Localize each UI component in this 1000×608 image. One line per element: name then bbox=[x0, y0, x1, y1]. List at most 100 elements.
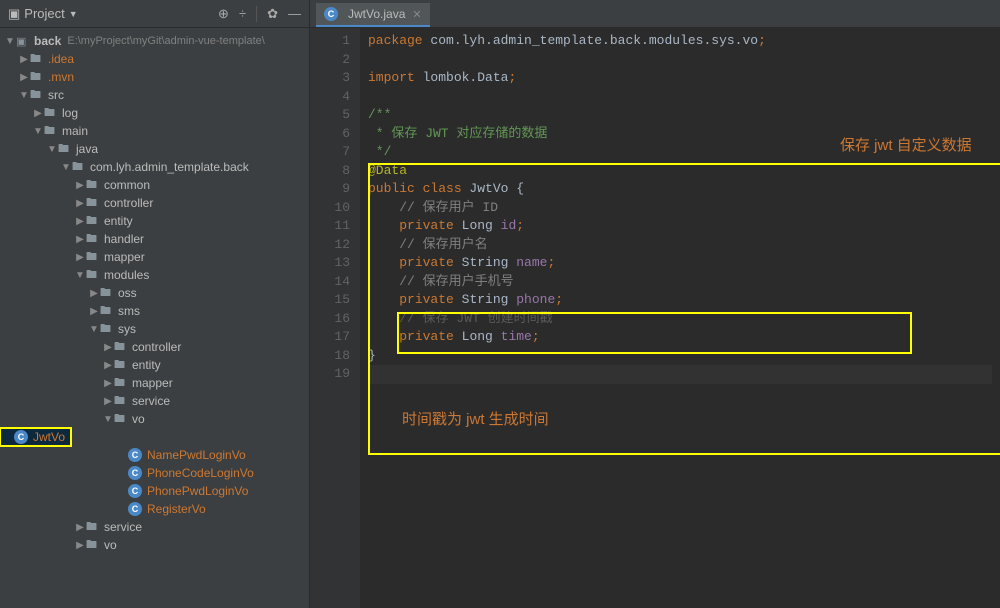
tree-row[interactable]: ▼🖿sys bbox=[0, 320, 309, 338]
tree-row[interactable]: ▶🖿vo bbox=[0, 536, 309, 554]
tree-row[interactable]: ▼🖿vo bbox=[0, 410, 309, 428]
tree-row[interactable]: ▶🖿controller bbox=[0, 194, 309, 212]
code-area[interactable]: 12345678910111213141516171819 package co… bbox=[310, 28, 1000, 608]
expand-arrow-icon[interactable]: ▶ bbox=[88, 306, 100, 317]
tree-row[interactable]: ▼🖿 main bbox=[0, 122, 309, 140]
collapse-arrow-icon[interactable]: ▼ bbox=[32, 126, 44, 137]
gear-icon[interactable]: ✿ bbox=[267, 6, 278, 22]
tree-label: PhoneCodeLoginVo bbox=[147, 466, 254, 480]
tree-label: sms bbox=[118, 304, 140, 318]
folder-icon: 🖿 bbox=[30, 50, 44, 69]
tree-root[interactable]: ▼ ▣ back E:\myProject\myGit\admin-vue-te… bbox=[0, 32, 309, 50]
code-line[interactable]: private String phone; bbox=[368, 291, 992, 310]
code-line[interactable] bbox=[368, 51, 992, 70]
folder-icon: 🖿 bbox=[100, 302, 114, 321]
tree-label: main bbox=[62, 124, 88, 138]
expand-arrow-icon[interactable]: ▶ bbox=[18, 54, 30, 65]
tree-row[interactable]: CRegisterVo bbox=[0, 500, 309, 518]
expand-arrow-icon[interactable]: ▶ bbox=[32, 108, 44, 119]
code-line[interactable]: // 保存用户名 bbox=[368, 236, 992, 255]
tree-row[interactable]: ▶🖿 sms bbox=[0, 302, 309, 320]
code-line[interactable] bbox=[368, 88, 992, 107]
tree-row[interactable]: ▶🖿entity bbox=[0, 212, 309, 230]
expand-arrow-icon[interactable]: ▶ bbox=[88, 288, 100, 299]
expand-arrow-icon[interactable]: ▶ bbox=[102, 360, 114, 371]
code-line[interactable]: /** bbox=[368, 106, 992, 125]
expand-arrow-icon[interactable]: ▶ bbox=[74, 540, 86, 551]
tree-row[interactable]: ▶🖿mapper bbox=[0, 374, 309, 392]
sidebar-title[interactable]: ▣ Project ▼ bbox=[8, 6, 78, 22]
collapse-arrow-icon[interactable]: ▼ bbox=[18, 90, 30, 101]
expand-arrow-icon[interactable]: ▶ bbox=[102, 378, 114, 389]
tree-label: java bbox=[76, 142, 98, 156]
close-icon[interactable]: ✕ bbox=[412, 8, 421, 21]
folder-icon: 🖿 bbox=[86, 194, 100, 213]
tree-row[interactable]: ▼🖿 com.lyh.admin_template.back bbox=[0, 158, 309, 176]
collapse-arrow-icon[interactable]: ▼ bbox=[102, 414, 114, 425]
code-line[interactable]: package com.lyh.admin_template.back.modu… bbox=[368, 32, 992, 51]
tab-jwtvo[interactable]: C JwtVo.java ✕ bbox=[316, 3, 430, 27]
collapse-arrow-icon[interactable]: ▼ bbox=[60, 162, 72, 173]
code-line[interactable]: public class JwtVo { bbox=[368, 180, 992, 199]
tab-label: JwtVo.java bbox=[348, 7, 405, 21]
tree-row[interactable]: CJwtVo bbox=[0, 428, 71, 446]
folder-icon: 🖿 bbox=[72, 158, 86, 177]
code-line[interactable]: // 保存用户手机号 bbox=[368, 273, 992, 292]
tree-row[interactable]: ▶🖿oss bbox=[0, 284, 309, 302]
code-line[interactable]: // 保存 JWT 创建时间戳 bbox=[368, 310, 992, 329]
code-line[interactable]: import lombok.Data; bbox=[368, 69, 992, 88]
tree-row[interactable]: ▶🖿service bbox=[0, 392, 309, 410]
tree-label: com.lyh.admin_template.back bbox=[90, 160, 249, 174]
tree-row[interactable]: ▶🖿.idea bbox=[0, 50, 309, 68]
expand-arrow-icon[interactable]: ▶ bbox=[18, 72, 30, 83]
expand-arrow-icon[interactable]: ▶ bbox=[74, 180, 86, 191]
tree-row[interactable]: ▶🖿log bbox=[0, 104, 309, 122]
tree-row[interactable]: ▼🖿src bbox=[0, 86, 309, 104]
tree-row[interactable]: ▶🖿mapper bbox=[0, 248, 309, 266]
tree-row[interactable]: CPhoneCodeLoginVo bbox=[0, 464, 309, 482]
expand-arrow-icon[interactable]: ▶ bbox=[74, 522, 86, 533]
locate-icon[interactable]: ⊕ bbox=[218, 6, 229, 22]
code-line[interactable]: @Data bbox=[368, 162, 992, 181]
code-content[interactable]: package com.lyh.admin_template.back.modu… bbox=[360, 28, 1000, 608]
line-gutter: 12345678910111213141516171819 bbox=[310, 28, 360, 608]
expand-arrow-icon[interactable]: ▶ bbox=[74, 234, 86, 245]
tab-bar: C JwtVo.java ✕ bbox=[310, 0, 1000, 28]
expand-arrow-icon[interactable]: ▶ bbox=[102, 396, 114, 407]
expand-arrow-icon[interactable]: ▶ bbox=[74, 216, 86, 227]
expand-arrow-icon[interactable]: ▶ bbox=[74, 198, 86, 209]
collapse-arrow-icon[interactable]: ▼ bbox=[74, 270, 86, 281]
tree-row[interactable]: ▶🖿 common bbox=[0, 176, 309, 194]
expand-arrow-icon[interactable]: ▶ bbox=[102, 342, 114, 353]
tree-row[interactable]: ▶🖿entity bbox=[0, 356, 309, 374]
code-line[interactable]: } bbox=[368, 347, 992, 366]
code-line[interactable]: private Long id; bbox=[368, 217, 992, 236]
tree-row[interactable]: ▶🖿controller bbox=[0, 338, 309, 356]
tree-row[interactable]: ▼🖿java bbox=[0, 140, 309, 158]
hide-icon[interactable]: — bbox=[288, 6, 301, 21]
code-line[interactable]: private Long time; bbox=[368, 328, 992, 347]
folder-icon: 🖿 bbox=[86, 212, 100, 231]
project-icon: ▣ bbox=[8, 6, 20, 22]
code-line[interactable] bbox=[368, 365, 992, 384]
expand-arrow-icon[interactable]: ▶ bbox=[74, 252, 86, 263]
tree-row[interactable]: ▶🖿.mvn bbox=[0, 68, 309, 86]
code-line[interactable]: // 保存用户 ID bbox=[368, 199, 992, 218]
folder-icon: 🖿 bbox=[86, 176, 100, 195]
project-tree[interactable]: ▼ ▣ back E:\myProject\myGit\admin-vue-te… bbox=[0, 28, 309, 608]
tree-label: common bbox=[104, 178, 150, 192]
code-line[interactable]: private String name; bbox=[368, 254, 992, 273]
tree-row[interactable]: CPhonePwdLoginVo bbox=[0, 482, 309, 500]
tree-row[interactable]: ▶🖿handler bbox=[0, 230, 309, 248]
collapse-arrow-icon[interactable]: ▼ bbox=[88, 324, 100, 335]
collapse-arrow-icon[interactable]: ▼ bbox=[46, 144, 58, 155]
folder-icon: 🖿 bbox=[44, 122, 58, 141]
collapse-icon[interactable]: ÷ bbox=[239, 6, 246, 21]
expand-icon[interactable]: ▼ bbox=[4, 36, 16, 47]
tree-row[interactable]: CNamePwdLoginVo bbox=[0, 446, 309, 464]
callout-bottom: 时间戳为 jwt 生成时间 bbox=[402, 408, 549, 429]
folder-icon: 🖿 bbox=[100, 320, 114, 339]
class-icon: C bbox=[128, 502, 142, 516]
tree-row[interactable]: ▼🖿modules bbox=[0, 266, 309, 284]
tree-row[interactable]: ▶🖿service bbox=[0, 518, 309, 536]
